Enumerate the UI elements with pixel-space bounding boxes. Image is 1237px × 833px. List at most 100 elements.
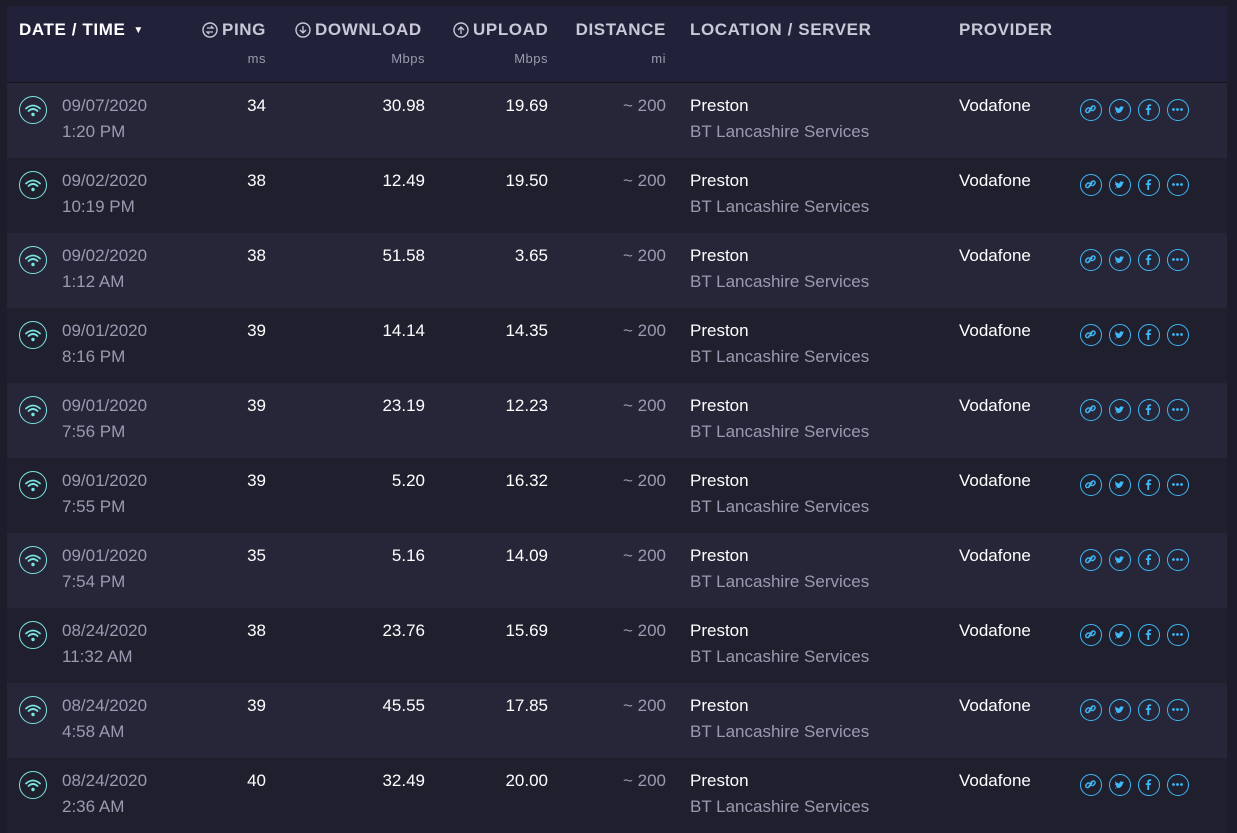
twitter-icon[interactable] <box>1109 774 1131 796</box>
facebook-icon[interactable] <box>1138 324 1160 346</box>
row-date: 09/01/2020 <box>62 471 148 490</box>
sort-ping[interactable]: PING <box>202 20 266 43</box>
row-location: Preston <box>690 96 749 115</box>
more-icon[interactable] <box>1167 249 1189 271</box>
twitter-icon[interactable] <box>1109 249 1131 271</box>
more-icon[interactable] <box>1167 624 1189 646</box>
twitter-icon[interactable] <box>1109 324 1131 346</box>
row-provider: Vodafone <box>959 396 1031 415</box>
row-date: 08/24/2020 <box>62 696 148 715</box>
row-server: BT Lancashire Services <box>690 497 870 516</box>
row-location: Preston <box>690 696 749 715</box>
upload-unit: Mbps <box>514 51 548 66</box>
wifi-icon <box>19 246 47 274</box>
more-icon[interactable] <box>1167 549 1189 571</box>
row-server: BT Lancashire Services <box>690 422 870 441</box>
more-icon[interactable] <box>1167 474 1189 496</box>
row-upload: 16.32 <box>505 471 548 490</box>
facebook-icon[interactable] <box>1138 99 1160 121</box>
link-icon[interactable] <box>1080 474 1102 496</box>
row-server: BT Lancashire Services <box>690 647 870 666</box>
link-icon[interactable] <box>1080 774 1102 796</box>
table-row[interactable]: 08/24/2020 2:36 AM 40 32.49 20.00 ~ 200 … <box>7 758 1227 833</box>
twitter-icon[interactable] <box>1109 399 1131 421</box>
row-location: Preston <box>690 471 749 490</box>
row-ping: 39 <box>247 471 266 490</box>
table-row[interactable]: 09/01/2020 7:56 PM 39 23.19 12.23 ~ 200 … <box>7 383 1227 458</box>
row-date: 09/01/2020 <box>62 396 148 415</box>
more-icon[interactable] <box>1167 99 1189 121</box>
sort-download[interactable]: DOWNLOAD <box>295 20 422 43</box>
row-download: 23.76 <box>382 621 425 640</box>
row-distance: ~ 200 <box>622 171 666 190</box>
wifi-icon <box>19 171 47 199</box>
link-icon[interactable] <box>1080 174 1102 196</box>
facebook-icon[interactable] <box>1138 699 1160 721</box>
table-row[interactable]: 09/02/2020 1:12 AM 38 51.58 3.65 ~ 200 P… <box>7 233 1227 308</box>
facebook-icon[interactable] <box>1138 174 1160 196</box>
more-icon[interactable] <box>1167 774 1189 796</box>
ping-unit: ms <box>247 51 266 66</box>
sort-provider[interactable]: PROVIDER <box>959 20 1053 40</box>
sort-upload[interactable]: UPLOAD <box>453 20 548 43</box>
table-row[interactable]: 09/01/2020 7:54 PM 35 5.16 14.09 ~ 200 P… <box>7 533 1227 608</box>
row-location: Preston <box>690 246 749 265</box>
table-row[interactable]: 08/24/2020 4:58 AM 39 45.55 17.85 ~ 200 … <box>7 683 1227 758</box>
sort-date-time[interactable]: DATE / TIME ▼ <box>19 20 144 40</box>
table-row[interactable]: 09/01/2020 7:55 PM 39 5.20 16.32 ~ 200 P… <box>7 458 1227 533</box>
row-location: Preston <box>690 321 749 340</box>
facebook-icon[interactable] <box>1138 474 1160 496</box>
twitter-icon[interactable] <box>1109 474 1131 496</box>
table-row[interactable]: 08/24/2020 11:32 AM 38 23.76 15.69 ~ 200… <box>7 608 1227 683</box>
table-row[interactable]: 09/02/2020 10:19 PM 38 12.49 19.50 ~ 200… <box>7 158 1227 233</box>
row-download: 45.55 <box>382 696 425 715</box>
row-download: 12.49 <box>382 171 425 190</box>
wifi-icon <box>19 621 47 649</box>
row-time: 10:19 PM <box>62 197 135 216</box>
row-date: 09/01/2020 <box>62 321 148 340</box>
row-time: 11:32 AM <box>62 647 133 666</box>
twitter-icon[interactable] <box>1109 174 1131 196</box>
twitter-icon[interactable] <box>1109 99 1131 121</box>
more-icon[interactable] <box>1167 399 1189 421</box>
sort-location[interactable]: LOCATION / SERVER <box>690 20 871 40</box>
sort-distance[interactable]: DISTANCE <box>567 20 666 40</box>
date-time-header-label: DATE / TIME <box>19 20 126 39</box>
facebook-icon[interactable] <box>1138 774 1160 796</box>
row-provider: Vodafone <box>959 621 1031 640</box>
more-icon[interactable] <box>1167 699 1189 721</box>
row-server: BT Lancashire Services <box>690 797 870 816</box>
twitter-icon[interactable] <box>1109 624 1131 646</box>
link-icon[interactable] <box>1080 324 1102 346</box>
link-icon[interactable] <box>1080 624 1102 646</box>
row-date: 09/01/2020 <box>62 546 148 565</box>
twitter-icon[interactable] <box>1109 549 1131 571</box>
location-header-label: LOCATION / SERVER <box>690 20 872 39</box>
row-ping: 39 <box>247 396 266 415</box>
table-row[interactable]: 09/07/2020 1:20 PM 34 30.98 19.69 ~ 200 … <box>7 83 1227 158</box>
table-row[interactable]: 09/01/2020 8:16 PM 39 14.14 14.35 ~ 200 … <box>7 308 1227 383</box>
row-provider: Vodafone <box>959 96 1031 115</box>
ping-header-label: PING <box>222 20 266 39</box>
link-icon[interactable] <box>1080 699 1102 721</box>
facebook-icon[interactable] <box>1138 624 1160 646</box>
twitter-icon[interactable] <box>1109 699 1131 721</box>
more-icon[interactable] <box>1167 174 1189 196</box>
row-provider: Vodafone <box>959 471 1031 490</box>
facebook-icon[interactable] <box>1138 549 1160 571</box>
more-icon[interactable] <box>1167 324 1189 346</box>
link-icon[interactable] <box>1080 99 1102 121</box>
row-time: 7:54 PM <box>62 572 126 591</box>
link-icon[interactable] <box>1080 549 1102 571</box>
wifi-icon <box>19 546 47 574</box>
facebook-icon[interactable] <box>1138 249 1160 271</box>
row-distance: ~ 200 <box>622 621 666 640</box>
link-icon[interactable] <box>1080 249 1102 271</box>
upload-icon <box>453 22 469 43</box>
row-provider: Vodafone <box>959 246 1031 265</box>
row-distance: ~ 200 <box>622 246 666 265</box>
row-download: 5.16 <box>391 546 425 565</box>
link-icon[interactable] <box>1080 399 1102 421</box>
row-upload: 14.09 <box>505 546 548 565</box>
facebook-icon[interactable] <box>1138 399 1160 421</box>
